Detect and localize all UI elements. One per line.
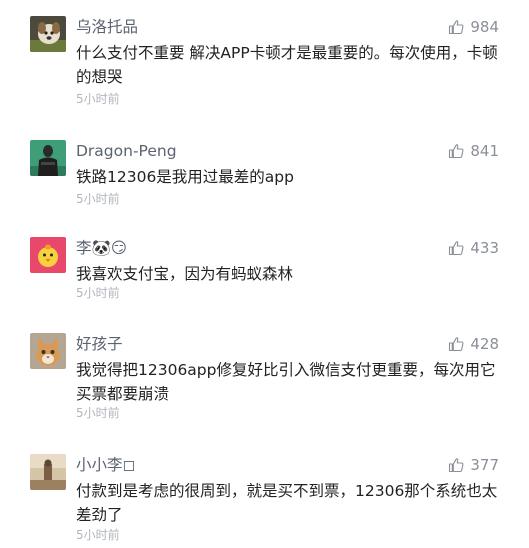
comment-time: 5小时前 (76, 192, 120, 206)
username[interactable]: 李🐼😏 (76, 238, 127, 258)
comment-time: 5小时前 (76, 286, 120, 300)
like-button[interactable]: 377 (448, 455, 499, 475)
thumbs-up-icon (449, 20, 464, 35)
like-button[interactable]: 428 (448, 334, 499, 354)
dog-avatar-icon (30, 16, 66, 52)
like-button[interactable]: 984 (448, 17, 499, 37)
thumbs-up-icon (449, 337, 464, 352)
like-count: 377 (470, 456, 499, 474)
like-count: 433 (470, 239, 499, 257)
comment-text: 付款到是考虑的很周到，就是买不到票，12306那个系统也太差劲了 (76, 482, 498, 524)
username[interactable]: Dragon-Peng (76, 141, 177, 161)
chick-avatar-icon (30, 237, 66, 273)
photo-avatar-icon (30, 454, 66, 490)
avatar[interactable] (30, 333, 66, 369)
cat-avatar-icon (30, 333, 66, 369)
avatar[interactable] (30, 16, 66, 52)
username[interactable]: 乌洛托品 (76, 17, 138, 37)
like-count: 841 (470, 142, 499, 160)
like-button[interactable]: 841 (448, 141, 499, 161)
thumbs-up-icon (449, 144, 464, 159)
like-count: 984 (470, 18, 499, 36)
thumbs-up-icon (449, 458, 464, 473)
comment-time: 5小时前 (76, 528, 120, 542)
person-avatar-icon (30, 140, 66, 176)
comment-time: 5小时前 (76, 406, 120, 420)
like-count: 428 (470, 335, 499, 353)
avatar[interactable] (30, 237, 66, 273)
comment-text: 我觉得把12306app修复好比引入微信支付更重要，每次用它买票都要崩溃 (76, 361, 496, 403)
avatar[interactable] (30, 454, 66, 490)
username[interactable]: 好孩子 (76, 334, 123, 354)
comment-time: 5小时前 (76, 92, 120, 106)
like-button[interactable]: 433 (448, 238, 499, 258)
comment-text: 我喜欢支付宝，因为有蚂蚁森林 (76, 265, 294, 283)
avatar[interactable] (30, 140, 66, 176)
comment-text: 铁路12306是我用过最差的app (76, 168, 294, 186)
thumbs-up-icon (449, 241, 464, 256)
username[interactable]: 小小李◻ (76, 455, 135, 475)
comment-text: 什么支付不重要 解决APP卡顿才是最重要的。每次使用，卡顿的想哭 (76, 44, 498, 86)
